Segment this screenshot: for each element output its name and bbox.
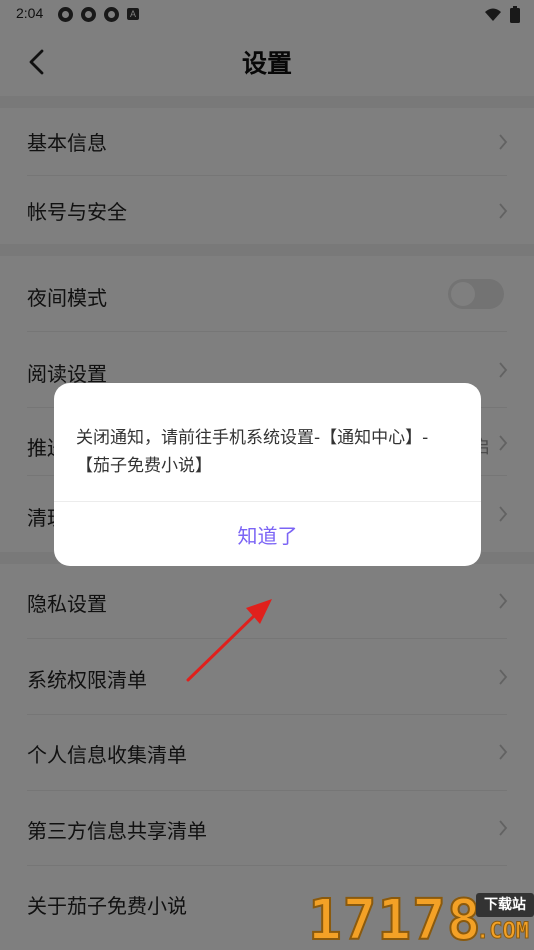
notification-dialog: 关闭通知，请前往手机系统设置-【通知中心】-【茄子免费小说】 知道了 [54,383,481,566]
watermark-badge: 下载站 [476,893,534,917]
watermark-domain: .COM [476,919,530,945]
dialog-confirm-button[interactable]: 知道了 [54,502,481,566]
red-arrow-annotation [186,599,272,682]
watermark-digits: 17178 [307,888,482,950]
site-watermark: 17178 下载站 .COM [307,888,534,950]
dialog-message: 关闭通知，请前往手机系统设置-【通知中心】-【茄子免费小说】 [76,428,429,476]
